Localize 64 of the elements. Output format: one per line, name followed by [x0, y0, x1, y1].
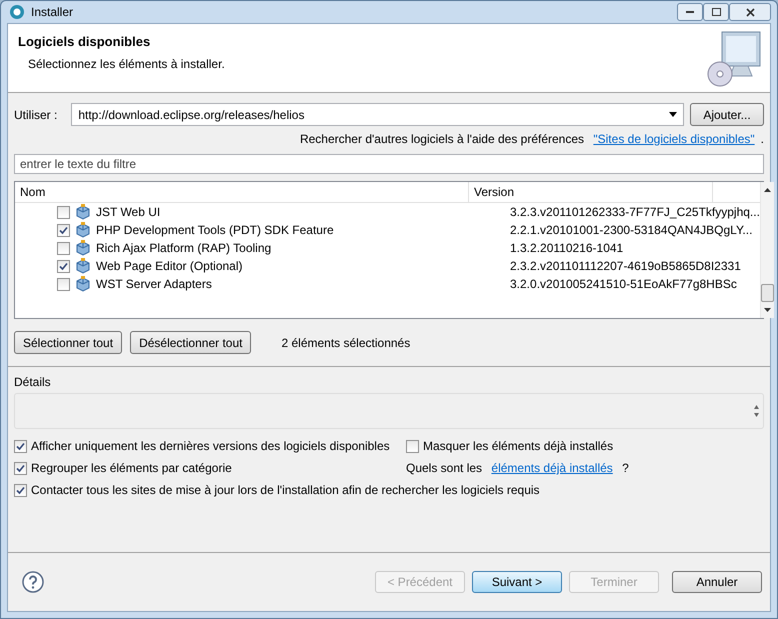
- selection-count: 2 éléments sélectionnés: [281, 336, 410, 350]
- question-text: ?: [621, 461, 629, 475]
- deselect-all-button[interactable]: Désélectionner tout: [130, 331, 252, 354]
- page-title: Logiciels disponibles: [18, 34, 152, 49]
- scroll-down-icon[interactable]: [764, 308, 771, 312]
- close-button[interactable]: [729, 3, 771, 21]
- checkbox[interactable]: [14, 440, 27, 452]
- option-label: Regrouper les éléments par catégorie: [31, 461, 232, 475]
- item-version: 2.2.1.v20101001-2300-53184QAN4JBQgLY...: [510, 223, 752, 237]
- app-icon: [9, 4, 25, 20]
- checkbox[interactable]: [57, 206, 70, 218]
- maximize-icon: [712, 8, 720, 16]
- select-all-button[interactable]: Sélectionner tout: [14, 331, 122, 354]
- close-icon: [746, 8, 754, 16]
- package-icon: [75, 276, 91, 292]
- scroll-up-icon[interactable]: [764, 188, 771, 192]
- checkbox[interactable]: [57, 242, 70, 254]
- site-combo[interactable]: http://download.eclipse.org/releases/helios: [71, 103, 684, 126]
- checkbox[interactable]: [57, 224, 70, 236]
- installed-hint: Quels sont les: [406, 461, 484, 475]
- add-button[interactable]: Ajouter...: [690, 103, 764, 126]
- period-text: .: [760, 132, 764, 146]
- item-version: 3.2.0.v201005241510-51EoAkF77g8HBSc: [510, 277, 737, 291]
- wizard-button[interactable]: Annuler: [672, 571, 762, 593]
- help-icon[interactable]: [22, 571, 44, 593]
- site-label: Utiliser :: [14, 108, 58, 122]
- minimize-button[interactable]: [677, 3, 703, 21]
- sites-link[interactable]: "Sites de logiciels disponibles": [593, 132, 755, 146]
- preferences-hint: Rechercher d'autres logiciels à l'aide des préférences: [300, 132, 586, 146]
- option-label: Afficher uniquement les dernières versions des logiciels disponibles: [31, 439, 390, 453]
- page-subtitle: Sélectionnez les éléments à installer.: [28, 57, 225, 71]
- item-version: 1.3.2.20110216-1041: [510, 241, 624, 255]
- column-header[interactable]: Nom: [15, 182, 469, 202]
- checkbox[interactable]: [406, 440, 419, 452]
- checkbox[interactable]: [14, 462, 27, 474]
- dropdown-arrow-icon: [669, 112, 677, 117]
- item-version: 3.2.3.v201101262333-7F77FJ_C25Tkfyypjhq...: [510, 205, 760, 219]
- option-label: Contacter tous les sites de mise à jour lors de l'installation afin de rechercher les logiciels requis: [31, 483, 540, 497]
- spinner-icon[interactable]: [754, 405, 759, 417]
- package-icon: [75, 222, 91, 238]
- computer-disc-icon: [706, 30, 762, 88]
- scrollbar[interactable]: [760, 182, 774, 318]
- item-name: Rich Ajax Platform (RAP) Tooling: [96, 241, 272, 255]
- maximize-button[interactable]: [703, 3, 729, 21]
- details-label: Détails: [14, 375, 51, 389]
- column-header[interactable]: Version: [469, 182, 713, 202]
- checkbox[interactable]: [57, 278, 70, 290]
- item-version: 2.3.2.v201101112207-4619oB5865D8I2331: [510, 259, 741, 273]
- item-name: WST Server Adapters: [96, 277, 212, 291]
- option-label: Masquer les éléments déjà installés: [423, 439, 614, 453]
- checkbox[interactable]: [14, 484, 27, 496]
- item-name: PHP Development Tools (PDT) SDK Feature: [96, 223, 334, 237]
- window-title: Installer: [31, 5, 74, 19]
- package-icon: [75, 240, 91, 256]
- item-name: JST Web UI: [96, 205, 160, 219]
- wizard-button[interactable]: Suivant >: [472, 571, 562, 593]
- scrollbar-thumb[interactable]: [760, 284, 774, 302]
- filter-field[interactable]: entrer le texte du filtre: [14, 154, 764, 174]
- installed-link[interactable]: éléments déjà installés: [491, 461, 613, 475]
- checkbox[interactable]: [57, 260, 70, 272]
- minimize-icon: [686, 10, 694, 14]
- item-name: Web Page Editor (Optional): [96, 259, 243, 273]
- package-icon: [75, 204, 91, 220]
- package-icon: [75, 258, 91, 274]
